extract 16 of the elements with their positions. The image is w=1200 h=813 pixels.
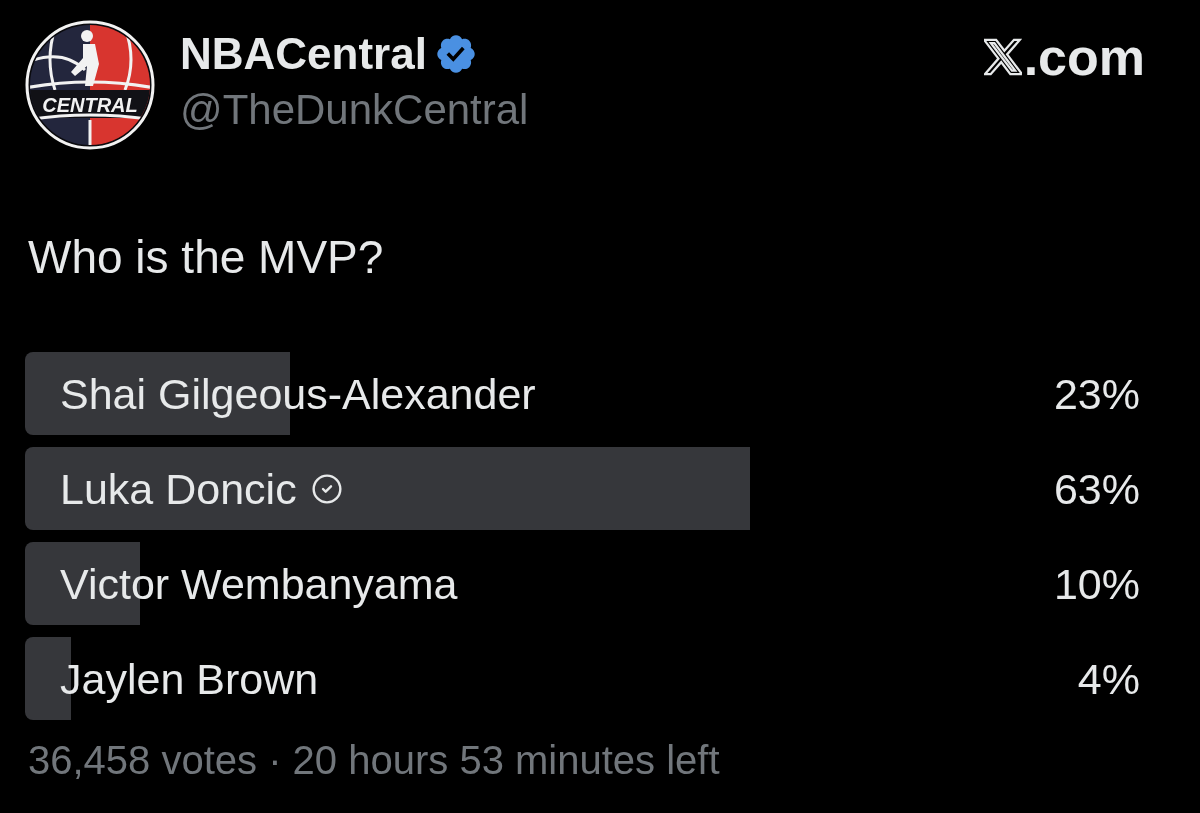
brand-text: .com <box>1023 29 1145 85</box>
option-percent: 23% <box>1053 368 1140 419</box>
logo-text: CENTRAL <box>42 94 138 116</box>
account-name: NBACentral <box>180 29 427 79</box>
option-label: Luka Doncic <box>60 463 297 514</box>
option-percent: 10% <box>1053 558 1140 609</box>
option-percent: 63% <box>1053 463 1140 514</box>
option-label: Victor Wembanyama <box>60 558 458 609</box>
poll-summary: 36,458 votes · 20 hours 53 minutes left <box>28 737 720 783</box>
account-handle: @TheDunkCentral <box>180 85 529 135</box>
poll-question: Who is the MVP? <box>28 230 384 284</box>
option-label: Shai Gilgeous-Alexander <box>60 368 536 419</box>
check-circle-icon <box>310 472 343 505</box>
x-logo-icon <box>983 38 1022 76</box>
option-percent: 4% <box>1077 653 1140 704</box>
option-label: Jaylen Brown <box>60 653 319 704</box>
